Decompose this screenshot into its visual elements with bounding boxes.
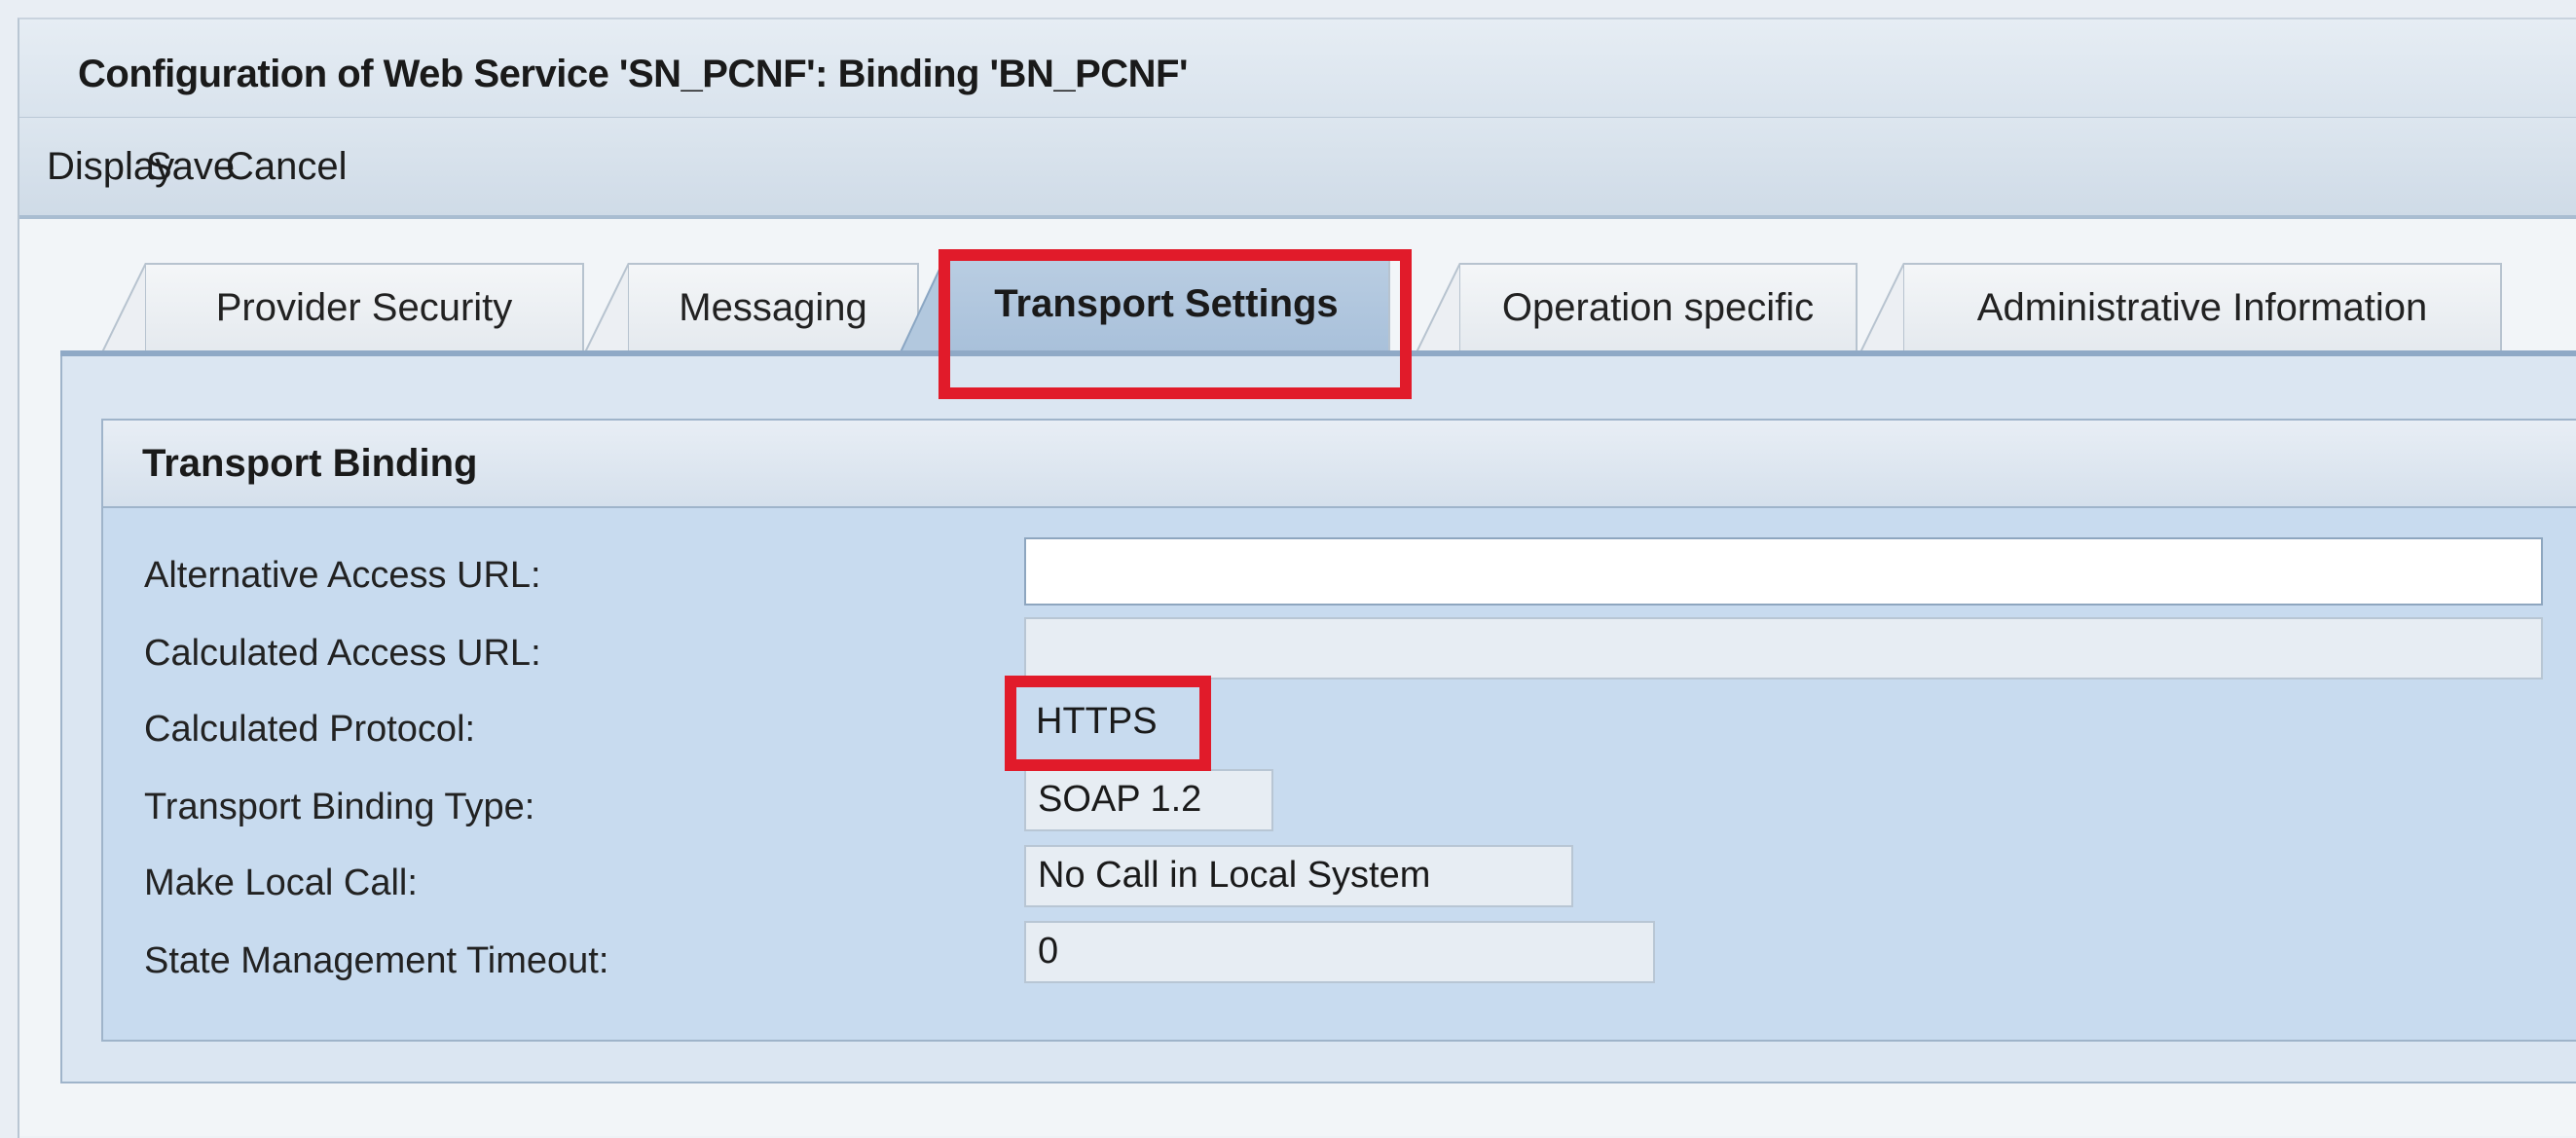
make-local-call-field: No Call in Local System [1024, 845, 1573, 907]
group-title: Transport Binding [142, 442, 478, 485]
tab-label: Administrative Information [1976, 286, 2428, 329]
state-management-timeout-field: 0 [1024, 921, 1655, 983]
alternative-access-url-label: Alternative Access URL: [144, 555, 541, 596]
tab-slant-decoration [101, 263, 146, 354]
calculated-access-url-label: Calculated Access URL: [144, 633, 541, 674]
calculated-protocol-value: HTTPS [1036, 701, 1158, 742]
tab-administrative-information[interactable]: Administrative Information [1859, 263, 2502, 354]
calculated-protocol-label: Calculated Protocol: [144, 709, 476, 750]
make-local-call-label: Make Local Call: [144, 863, 418, 903]
calculated-access-url-field [1024, 617, 2543, 679]
alternative-access-url-input[interactable] [1024, 537, 2543, 606]
tab-transport-settings[interactable]: Transport Settings [900, 259, 1390, 354]
page-title: Configuration of Web Service 'SN_PCNF': … [78, 53, 1188, 95]
title-bar: Configuration of Web Service 'SN_PCNF': … [19, 19, 2576, 118]
toolbar: Display Save Cancel [19, 118, 2576, 219]
tab-slant-decoration [1416, 263, 1460, 354]
transport-binding-type-field: SOAP 1.2 [1024, 769, 1273, 831]
tab-label: Provider Security [215, 286, 513, 329]
tab-messaging[interactable]: Messaging [584, 263, 919, 354]
tab-label: Messaging [679, 286, 867, 329]
tab-slant-decoration [1859, 263, 1904, 354]
tab-label: Operation specific [1501, 286, 1815, 329]
save-button[interactable]: Save [146, 145, 235, 189]
group-header: Transport Binding [101, 419, 2576, 508]
transport-binding-type-label: Transport Binding Type: [144, 787, 535, 827]
state-management-timeout-label: State Management Timeout: [144, 940, 609, 981]
cancel-button[interactable]: Cancel [226, 145, 348, 189]
tab-slant-decoration [584, 263, 629, 354]
tab-provider-security[interactable]: Provider Security [101, 263, 584, 354]
tab-label: Transport Settings [994, 282, 1339, 325]
tab-operation-specific[interactable]: Operation specific [1416, 263, 1858, 354]
tab-slant-decoration [900, 259, 944, 354]
